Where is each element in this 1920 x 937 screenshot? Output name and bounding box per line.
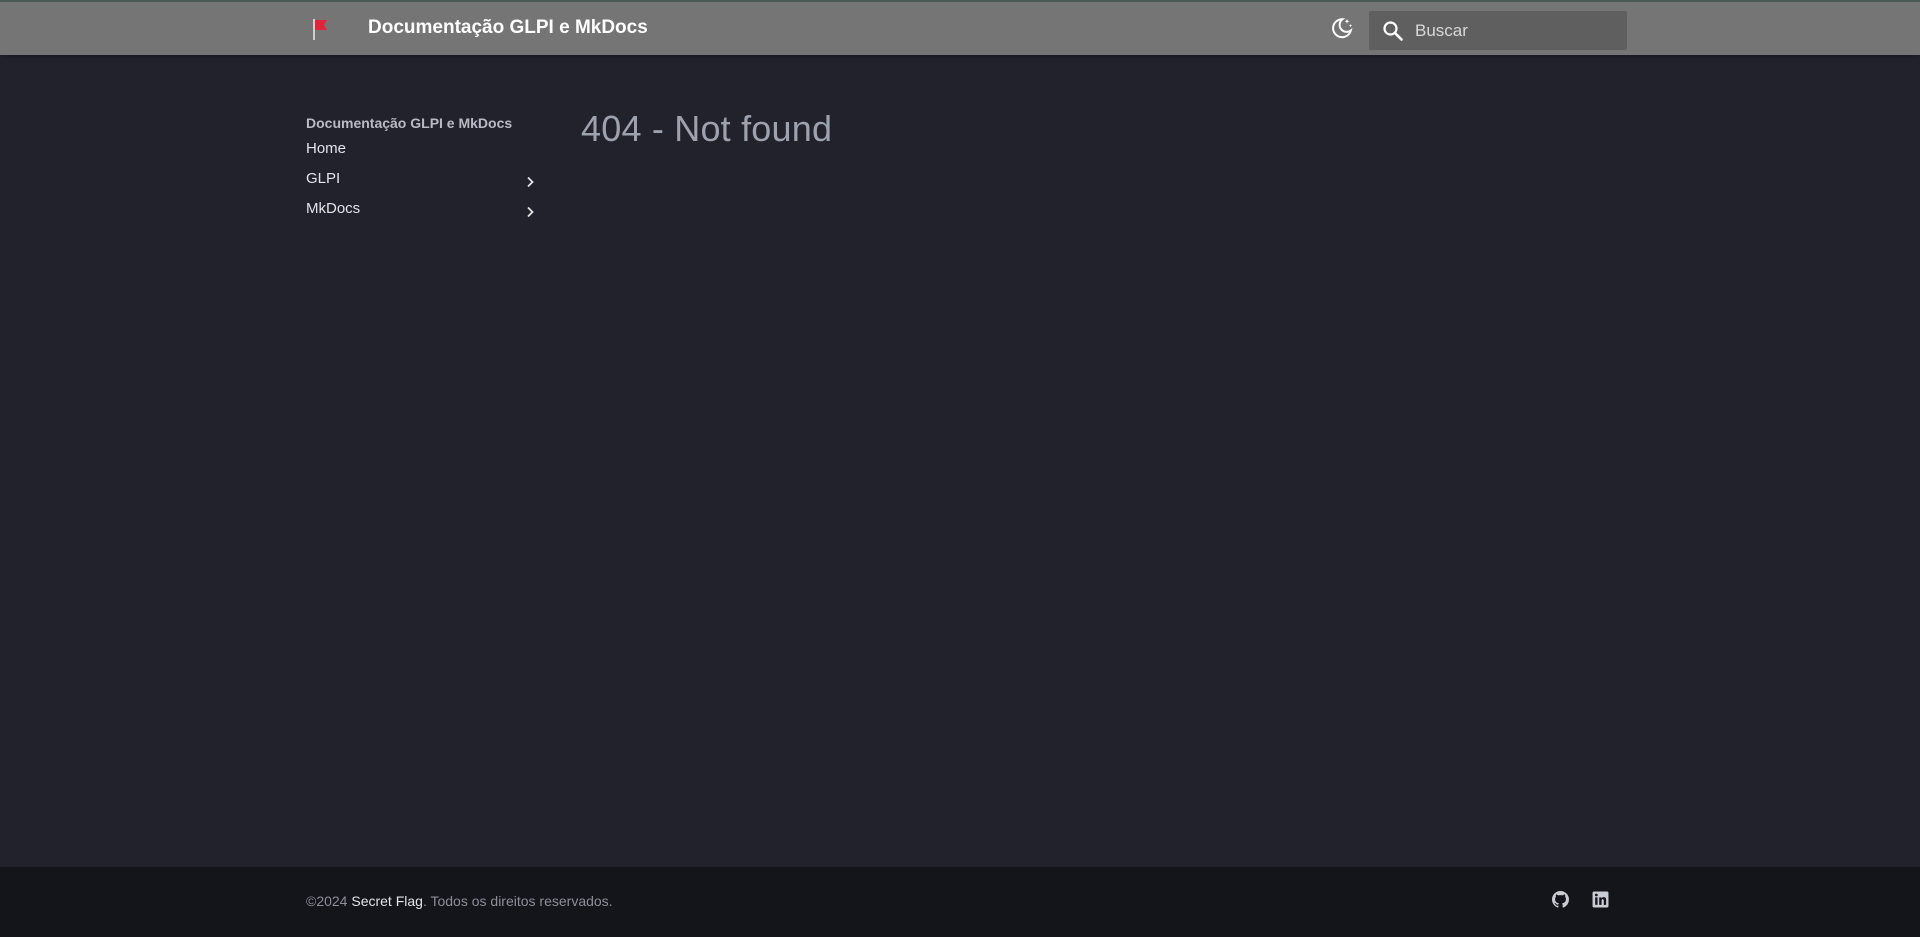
sidebar-item-label: GLPI: [306, 170, 341, 187]
linkedin-link[interactable]: [1590, 891, 1610, 913]
header-bar: Documentação GLPI e MkDocs: [0, 0, 1920, 55]
moon-stars-icon: [1330, 16, 1354, 45]
flag-icon[interactable]: [306, 15, 334, 43]
copyright-link[interactable]: Secret Flag: [351, 893, 423, 909]
copyright-suffix: . Todos os direitos reservados.: [422, 893, 613, 909]
page-title: 404 - Not found: [581, 108, 833, 149]
sidebar-nav: Documentação GLPI e MkDocs Home GLPI MkD…: [306, 113, 538, 224]
sidebar-item-mkdocs[interactable]: MkDocs: [306, 194, 538, 224]
copyright-prefix: ©2024: [306, 893, 352, 909]
sidebar-item-label: MkDocs: [306, 200, 361, 217]
linkedin-icon: [1592, 891, 1609, 913]
theme-toggle-button[interactable]: [1328, 16, 1356, 44]
search-icon: [1381, 19, 1405, 43]
sidebar-item-label: Home: [306, 140, 347, 157]
site-title[interactable]: Documentação GLPI e MkDocs: [368, 17, 648, 39]
sidebar-item-glpi[interactable]: GLPI: [306, 164, 538, 194]
nav-title: Documentação GLPI e MkDocs: [306, 115, 513, 131]
search-input[interactable]: [1415, 11, 1619, 50]
nav-list: Home GLPI MkDocs: [306, 134, 538, 224]
copyright-text: ©2024 Secret Flag. Todos os direitos res…: [306, 893, 613, 909]
chevron-right-icon: [522, 171, 538, 188]
github-icon: [1551, 891, 1569, 913]
footer: ©2024 Secret Flag. Todos os direitos res…: [0, 867, 1920, 937]
search-box[interactable]: [1369, 11, 1627, 50]
sidebar-item-home[interactable]: Home: [306, 134, 538, 164]
chevron-right-icon: [522, 201, 538, 218]
github-link[interactable]: [1550, 891, 1570, 913]
